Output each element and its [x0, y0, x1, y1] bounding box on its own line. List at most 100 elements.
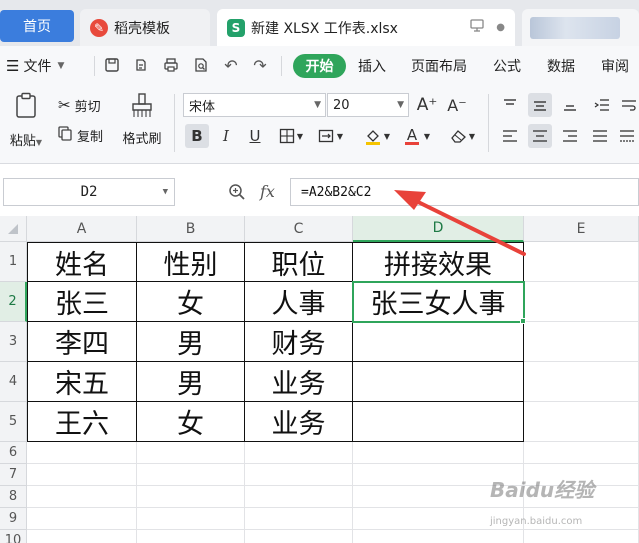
- tab-insert[interactable]: 插入: [358, 46, 386, 86]
- unsaved-dot-icon[interactable]: ●: [496, 22, 505, 33]
- cell-b5[interactable]: 女: [137, 402, 245, 442]
- save-icon[interactable]: [103, 57, 121, 75]
- cell-b6[interactable]: [137, 442, 245, 464]
- bold-button[interactable]: B: [185, 124, 209, 148]
- cell-b10[interactable]: [137, 530, 245, 543]
- cell-c2[interactable]: 人事: [245, 282, 353, 322]
- print-icon[interactable]: [162, 57, 180, 75]
- align-middle-icon[interactable]: [528, 93, 552, 117]
- wrap-text-icon[interactable]: [617, 93, 639, 117]
- tab-home[interactable]: 首页: [0, 10, 74, 42]
- cell-a6[interactable]: [27, 442, 137, 464]
- chevron-down-icon[interactable]: ▼: [295, 124, 305, 148]
- font-size-select[interactable]: 20 ▼: [327, 93, 409, 117]
- cell-a10[interactable]: [27, 530, 137, 543]
- row-header-7[interactable]: 7: [0, 464, 27, 486]
- cell-c6[interactable]: [245, 442, 353, 464]
- monitor-icon[interactable]: [470, 19, 484, 36]
- column-header-e[interactable]: E: [524, 216, 639, 242]
- cell-e1[interactable]: [524, 242, 639, 282]
- cell-e3[interactable]: [524, 322, 639, 362]
- cell-e6[interactable]: [524, 442, 639, 464]
- cell-c1[interactable]: 职位: [245, 242, 353, 282]
- cell-e5[interactable]: [524, 402, 639, 442]
- fill-handle[interactable]: [520, 318, 526, 324]
- cell-a4[interactable]: 宋五: [27, 362, 137, 402]
- increase-font-button[interactable]: A⁺: [415, 93, 439, 117]
- tab-blurred[interactable]: [522, 9, 639, 46]
- row-header-1[interactable]: 1: [0, 242, 27, 282]
- print-preview-icon[interactable]: [192, 57, 210, 75]
- insert-function-icon[interactable]: fx: [260, 182, 275, 201]
- cell-a7[interactable]: [27, 464, 137, 486]
- column-header-b[interactable]: B: [137, 216, 245, 242]
- cell-d5[interactable]: [353, 402, 524, 442]
- cell-b2[interactable]: 女: [137, 282, 245, 322]
- align-bottom-icon[interactable]: [558, 93, 582, 117]
- name-box[interactable]: D2 ▼: [3, 178, 175, 206]
- cell-c10[interactable]: [245, 530, 353, 543]
- paste-button[interactable]: 粘贴▼: [4, 92, 48, 152]
- cell-d3[interactable]: [353, 322, 524, 362]
- cell-e4[interactable]: [524, 362, 639, 402]
- cell-b8[interactable]: [137, 486, 245, 508]
- cell-b3[interactable]: 男: [137, 322, 245, 362]
- tab-page-layout[interactable]: 页面布局: [411, 46, 467, 86]
- chevron-down-icon[interactable]: ▼: [335, 124, 345, 148]
- row-header-3[interactable]: 3: [0, 322, 27, 362]
- cell-b9[interactable]: [137, 508, 245, 530]
- cell-c3[interactable]: 财务: [245, 322, 353, 362]
- cut-button[interactable]: ✂ 剪切: [58, 94, 101, 116]
- decrease-font-button[interactable]: A⁻: [445, 93, 469, 117]
- cell-a8[interactable]: [27, 486, 137, 508]
- row-header-4[interactable]: 4: [0, 362, 27, 402]
- cell-c4[interactable]: 业务: [245, 362, 353, 402]
- cell-c9[interactable]: [245, 508, 353, 530]
- indent-icon[interactable]: [590, 93, 614, 117]
- row-header-9[interactable]: 9: [0, 508, 27, 530]
- cell-e2[interactable]: [524, 282, 639, 322]
- tab-review[interactable]: 审阅: [601, 46, 629, 86]
- row-header-5[interactable]: 5: [0, 402, 27, 442]
- justify-icon[interactable]: [588, 124, 612, 148]
- cell-a1[interactable]: 姓名: [27, 242, 137, 282]
- copy-button[interactable]: 复制: [58, 124, 103, 146]
- cell-d4[interactable]: [353, 362, 524, 402]
- font-name-select[interactable]: 宋体 ▼: [183, 93, 326, 117]
- align-center-icon[interactable]: [528, 124, 552, 148]
- tab-docer-templates[interactable]: ✎ 稻壳模板: [80, 9, 210, 46]
- row-header-8[interactable]: 8: [0, 486, 27, 508]
- cell-c5[interactable]: 业务: [245, 402, 353, 442]
- align-right-icon[interactable]: [558, 124, 582, 148]
- align-top-icon[interactable]: [498, 93, 522, 117]
- export-pdf-icon[interactable]: [132, 57, 150, 75]
- column-header-a[interactable]: A: [27, 216, 137, 242]
- format-painter-button[interactable]: 格式刷: [119, 92, 165, 152]
- tab-data[interactable]: 数据: [547, 46, 575, 86]
- cell-c8[interactable]: [245, 486, 353, 508]
- distributed-align-icon[interactable]: [615, 124, 639, 148]
- redo-icon[interactable]: ↷: [251, 57, 269, 75]
- italic-button[interactable]: I: [214, 124, 238, 148]
- menu-file[interactable]: ☰ 文件 ▼: [6, 46, 64, 86]
- chevron-down-icon[interactable]: ▼: [467, 124, 477, 148]
- cell-d2[interactable]: 张三女人事: [353, 282, 524, 322]
- font-color-icon[interactable]: A: [400, 124, 424, 148]
- underline-button[interactable]: U: [243, 124, 267, 148]
- cell-d6[interactable]: [353, 442, 524, 464]
- cell-b4[interactable]: 男: [137, 362, 245, 402]
- cell-a5[interactable]: 王六: [27, 402, 137, 442]
- cell-b1[interactable]: 性别: [137, 242, 245, 282]
- chevron-down-icon[interactable]: ▼: [382, 124, 392, 148]
- cell-a3[interactable]: 李四: [27, 322, 137, 362]
- cell-c7[interactable]: [245, 464, 353, 486]
- column-header-c[interactable]: C: [245, 216, 353, 242]
- select-all-corner[interactable]: [0, 216, 27, 242]
- undo-icon[interactable]: ↶: [222, 57, 240, 75]
- row-header-6[interactable]: 6: [0, 442, 27, 464]
- row-header-10[interactable]: 10: [0, 530, 27, 543]
- tab-workbook[interactable]: S 新建 XLSX 工作表.xlsx ●: [217, 9, 515, 46]
- zoom-search-icon[interactable]: [228, 183, 246, 205]
- cell-a2[interactable]: 张三: [27, 282, 137, 322]
- chevron-down-icon[interactable]: ▼: [422, 124, 432, 148]
